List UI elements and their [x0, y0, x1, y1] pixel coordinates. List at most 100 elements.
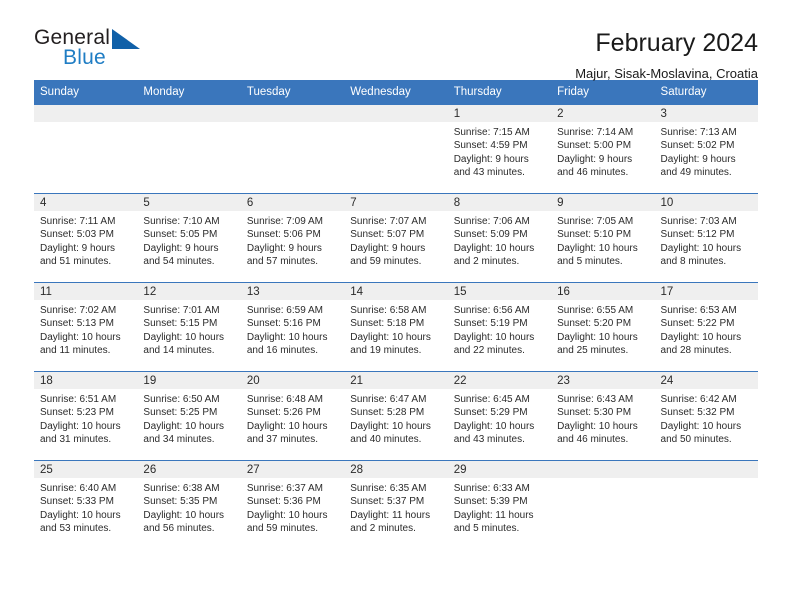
day-info-line: Daylight: 10 hours	[40, 331, 121, 343]
calendar-week-row: 1 Sunrise: 7:15 AM Sunset: 4:59 PM Daylight…	[34, 105, 758, 193]
day-number: 1	[447, 105, 552, 122]
day-number	[654, 461, 758, 478]
calendar-day-cell[interactable]: 4 Sunrise: 7:11 AM Sunset: 5:03 PM Daylight…	[34, 194, 138, 282]
calendar-day-cell[interactable]: 5 Sunrise: 7:10 AM Sunset: 5:05 PM Daylight…	[137, 194, 241, 282]
day-info-line: Daylight: 10 hours	[557, 420, 638, 432]
day-info-line: and 50 minutes.	[660, 434, 732, 446]
day-info-line: and 56 minutes.	[143, 523, 215, 535]
calendar-day-cell[interactable]: 2 Sunrise: 7:14 AM Sunset: 5:00 PM Daylight…	[551, 105, 655, 193]
day-info-line: Sunset: 5:18 PM	[350, 318, 425, 330]
calendar-day-cell[interactable]: 11 Sunrise: 7:02 AM Sunset: 5:13 PM Dayligh…	[34, 283, 138, 371]
calendar-day-cell[interactable]: 1 Sunrise: 7:15 AM Sunset: 4:59 PM Daylight…	[447, 105, 552, 193]
calendar-day-cell[interactable]: 10 Sunrise: 7:03 AM Sunset: 5:12 PM Dayligh…	[654, 194, 758, 282]
day-info-line: Sunrise: 6:53 AM	[660, 305, 737, 316]
calendar-day-cell[interactable]: 9 Sunrise: 7:05 AM Sunset: 5:10 PM Daylight…	[551, 194, 655, 282]
calendar-day-cell[interactable]: 15 Sunrise: 6:56 AM Sunset: 5:19 PM Dayligh…	[447, 283, 552, 371]
calendar-day-cell[interactable]: 16 Sunrise: 6:55 AM Sunset: 5:20 PM Dayligh…	[551, 283, 655, 371]
day-info-line: Sunset: 5:20 PM	[557, 318, 632, 330]
weekday-header-tuesday: Tuesday	[246, 86, 291, 98]
calendar-week-row: 25 Sunrise: 6:40 AM Sunset: 5:33 PM Dayligh…	[34, 460, 758, 549]
calendar-day-cell[interactable]: 18 Sunrise: 6:51 AM Sunset: 5:23 PM Dayligh…	[34, 372, 138, 460]
calendar-day-cell[interactable]: 25 Sunrise: 6:40 AM Sunset: 5:33 PM Dayligh…	[34, 461, 138, 549]
calendar-day-cell[interactable]: 27 Sunrise: 6:37 AM Sunset: 5:36 PM Dayligh…	[240, 461, 345, 549]
day-info-line: Daylight: 9 hours	[557, 153, 633, 165]
calendar-day-cell[interactable]: 23 Sunrise: 6:43 AM Sunset: 5:30 PM Dayligh…	[551, 372, 655, 460]
day-sun-info	[241, 122, 344, 126]
day-info-line: Sunset: 5:29 PM	[453, 407, 528, 419]
calendar-day-cell[interactable]: 26 Sunrise: 6:38 AM Sunset: 5:35 PM Dayligh…	[137, 461, 241, 549]
day-sun-info: Sunrise: 6:35 AM Sunset: 5:37 PM Daylight:…	[344, 478, 447, 536]
day-info-line: Daylight: 10 hours	[350, 420, 431, 432]
day-number: 8	[447, 194, 552, 211]
calendar-day-cell[interactable]: 29 Sunrise: 6:33 AM Sunset: 5:39 PM Dayligh…	[447, 461, 552, 549]
day-info-line: Sunset: 5:36 PM	[246, 496, 321, 508]
calendar-day-cell[interactable]: 6 Sunrise: 7:09 AM Sunset: 5:06 PM Daylight…	[240, 194, 345, 282]
day-info-line: and 37 minutes.	[246, 434, 319, 446]
day-info-line: Sunrise: 6:50 AM	[143, 394, 220, 405]
day-info-line: Sunrise: 6:38 AM	[143, 483, 220, 494]
calendar-day-cell[interactable]: 19 Sunrise: 6:50 AM Sunset: 5:25 PM Dayligh…	[137, 372, 241, 460]
weekday-header-thursday: Thursday	[453, 86, 502, 98]
calendar-day-cell[interactable]: 3 Sunrise: 7:13 AM Sunset: 5:02 PM Daylight…	[654, 105, 758, 193]
day-number: 2	[551, 105, 655, 122]
day-info-line: and 59 minutes.	[246, 523, 319, 535]
day-info-line: Sunset: 5:09 PM	[453, 229, 528, 241]
day-info-line: Sunset: 5:23 PM	[40, 407, 114, 419]
day-info-line: Sunset: 5:10 PM	[557, 229, 632, 241]
day-info-line: Sunset: 4:59 PM	[453, 140, 528, 152]
day-sun-info: Sunrise: 6:38 AM Sunset: 5:35 PM Daylight:…	[137, 478, 240, 536]
page-title: February 2024	[595, 29, 758, 57]
calendar-day-cell[interactable]: 24 Sunrise: 6:42 AM Sunset: 5:32 PM Dayligh…	[654, 372, 758, 460]
calendar-day-cell[interactable]: 28 Sunrise: 6:35 AM Sunset: 5:37 PM Dayligh…	[344, 461, 448, 549]
day-sun-info: Sunrise: 7:11 AM Sunset: 5:03 PM Daylight:…	[34, 211, 137, 269]
day-number	[551, 461, 655, 478]
calendar-day-cell[interactable]: 20 Sunrise: 6:48 AM Sunset: 5:26 PM Dayligh…	[240, 372, 345, 460]
day-info-line: Daylight: 9 hours	[453, 153, 529, 165]
day-info-line: Daylight: 10 hours	[453, 420, 535, 432]
calendar-day-cell-empty	[34, 105, 138, 193]
day-number: 28	[344, 461, 448, 478]
calendar-day-cell[interactable]: 22 Sunrise: 6:45 AM Sunset: 5:29 PM Dayligh…	[447, 372, 552, 460]
calendar-day-cell[interactable]: 8 Sunrise: 7:06 AM Sunset: 5:09 PM Daylight…	[447, 194, 552, 282]
day-info-line: and 57 minutes.	[246, 256, 319, 268]
calendar-day-cell[interactable]: 13 Sunrise: 6:59 AM Sunset: 5:16 PM Dayligh…	[240, 283, 345, 371]
day-number	[344, 105, 448, 122]
day-info-line: Sunset: 5:35 PM	[143, 496, 218, 508]
day-number: 3	[654, 105, 758, 122]
day-info-line: Sunrise: 6:56 AM	[453, 305, 530, 316]
day-number: 20	[240, 372, 345, 389]
day-sun-info	[137, 122, 240, 126]
day-info-line: and 43 minutes.	[453, 167, 525, 179]
day-sun-info: Sunrise: 6:45 AM Sunset: 5:29 PM Daylight:…	[448, 389, 551, 447]
day-info-line: Sunset: 5:06 PM	[246, 229, 321, 241]
day-number: 11	[34, 283, 138, 300]
day-info-line: and 51 minutes.	[40, 256, 112, 268]
day-info-line: Daylight: 10 hours	[143, 509, 225, 521]
calendar-day-cell[interactable]: 17 Sunrise: 6:53 AM Sunset: 5:22 PM Dayligh…	[654, 283, 758, 371]
day-info-line: Sunset: 5:03 PM	[40, 229, 114, 241]
day-info-line: Daylight: 9 hours	[40, 242, 116, 254]
calendar-day-cell[interactable]: 14 Sunrise: 6:58 AM Sunset: 5:18 PM Dayligh…	[344, 283, 448, 371]
day-info-line: Daylight: 10 hours	[453, 242, 535, 254]
calendar-day-cell[interactable]: 12 Sunrise: 7:01 AM Sunset: 5:15 PM Dayligh…	[137, 283, 241, 371]
day-info-line: and 5 minutes.	[557, 256, 623, 268]
day-number: 12	[137, 283, 241, 300]
day-sun-info: Sunrise: 7:14 AM Sunset: 5:00 PM Daylight:…	[551, 122, 654, 180]
day-number: 29	[447, 461, 552, 478]
day-info-line: Sunrise: 6:59 AM	[246, 305, 323, 316]
day-sun-info: Sunrise: 6:56 AM Sunset: 5:19 PM Daylight:…	[448, 300, 551, 358]
calendar-day-cell[interactable]: 21 Sunrise: 6:47 AM Sunset: 5:28 PM Dayligh…	[344, 372, 448, 460]
day-info-line: Daylight: 11 hours	[350, 509, 431, 521]
day-info-line: Sunrise: 7:07 AM	[350, 216, 427, 227]
day-info-line: Sunset: 5:30 PM	[557, 407, 632, 419]
day-sun-info: Sunrise: 6:59 AM Sunset: 5:16 PM Daylight:…	[241, 300, 344, 358]
day-number	[34, 105, 138, 122]
day-number: 23	[551, 372, 655, 389]
day-info-line: Sunrise: 7:15 AM	[453, 127, 530, 138]
day-number: 10	[654, 194, 758, 211]
day-info-line: Sunset: 5:16 PM	[246, 318, 321, 330]
day-number: 22	[447, 372, 552, 389]
calendar-day-cell[interactable]: 7 Sunrise: 7:07 AM Sunset: 5:07 PM Daylight…	[344, 194, 448, 282]
day-info-line: Daylight: 10 hours	[246, 331, 328, 343]
calendar-day-cell-empty	[137, 105, 241, 193]
